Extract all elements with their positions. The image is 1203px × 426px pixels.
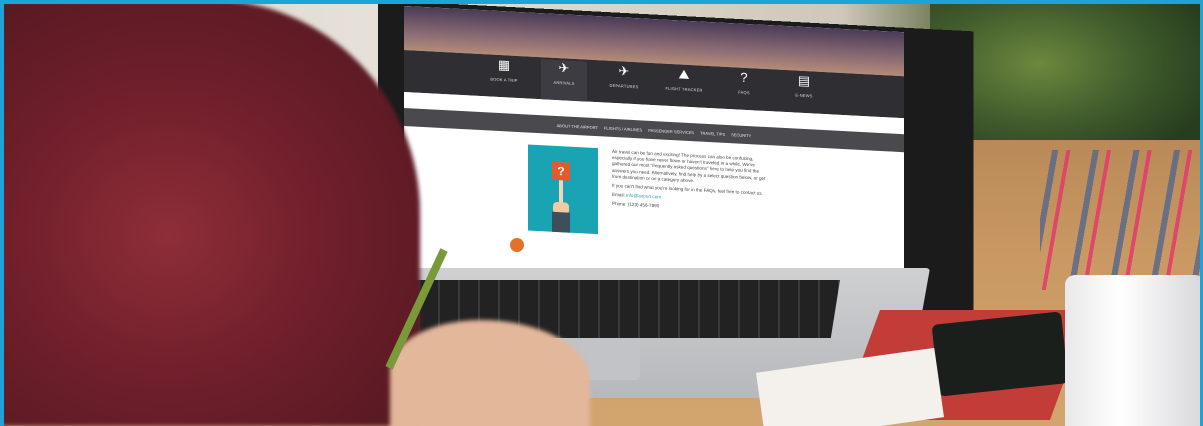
nav-item-book-a-trip[interactable]: ▦ BOOK A TRIP (481, 56, 527, 98)
pens-in-cup (1040, 150, 1200, 290)
email-link[interactable]: info@airport.com (626, 193, 661, 200)
pen-cup (1065, 275, 1203, 426)
arrivals-icon: ✈ (558, 60, 570, 76)
email-label: Email: (612, 192, 625, 198)
nav-item-label: DEPARTURES (609, 82, 639, 90)
nav-item-flight-tracker[interactable]: ⛰ FLIGHT TRACKER (661, 65, 707, 107)
nav-item-label: FAQS (738, 89, 750, 96)
phone-value: (123) 456-7890 (627, 202, 660, 209)
sleeve-shape (552, 211, 570, 233)
smartphone (931, 311, 1069, 397)
nav-item-faqs[interactable]: ? FAQS (721, 69, 767, 111)
flight-tracker-icon: ⛰ (678, 66, 690, 82)
subnav-link[interactable]: FLIGHTS / AIRLINES (604, 125, 642, 132)
photo-scene: ▦ BOOK A TRIP ✈ ARRIVALS ✈ DEPARTURES ⛰ FLIGHT … (0, 0, 1203, 426)
question-sign-icon: ? (552, 161, 570, 181)
subnav-link[interactable]: SECURITY (731, 132, 751, 138)
departures-icon: ✈ (618, 63, 630, 79)
subnav-link[interactable]: ABOUT THE AIRPORT (557, 122, 598, 129)
subnav-link[interactable]: TRAVEL TIPS (700, 130, 725, 136)
person-blurred (0, 0, 420, 426)
nav-item-label: ARRIVALS (553, 79, 575, 86)
news-icon: ▤ (797, 72, 811, 89)
calendar-icon: ▦ (497, 56, 511, 73)
nav-item-e-news[interactable]: ▤ E-NEWS (781, 72, 827, 114)
faq-intro-paragraph: Air travel can be fun and exciting! The … (612, 148, 766, 184)
faq-text: Air travel can be fun and exciting! The … (612, 149, 772, 243)
chat-icon[interactable] (510, 238, 524, 252)
nav-item-label: BOOK A TRIP (490, 76, 518, 83)
nav-item-label: FLIGHT TRACKER (665, 85, 703, 93)
nav-item-arrivals[interactable]: ✈ ARRIVALS (541, 59, 587, 102)
nav-item-departures[interactable]: ✈ DEPARTURES (601, 62, 647, 104)
faq-illustration: ? (528, 144, 598, 235)
laptop-screen: ▦ BOOK A TRIP ✈ ARRIVALS ✈ DEPARTURES ⛰ FLIGHT … (404, 6, 904, 303)
phone-label: Phone: (612, 201, 627, 208)
subnav-link[interactable]: PASSENGER SERVICES (648, 127, 694, 134)
help-icon: ? (740, 69, 748, 86)
nav-item-label: E-NEWS (795, 92, 813, 99)
